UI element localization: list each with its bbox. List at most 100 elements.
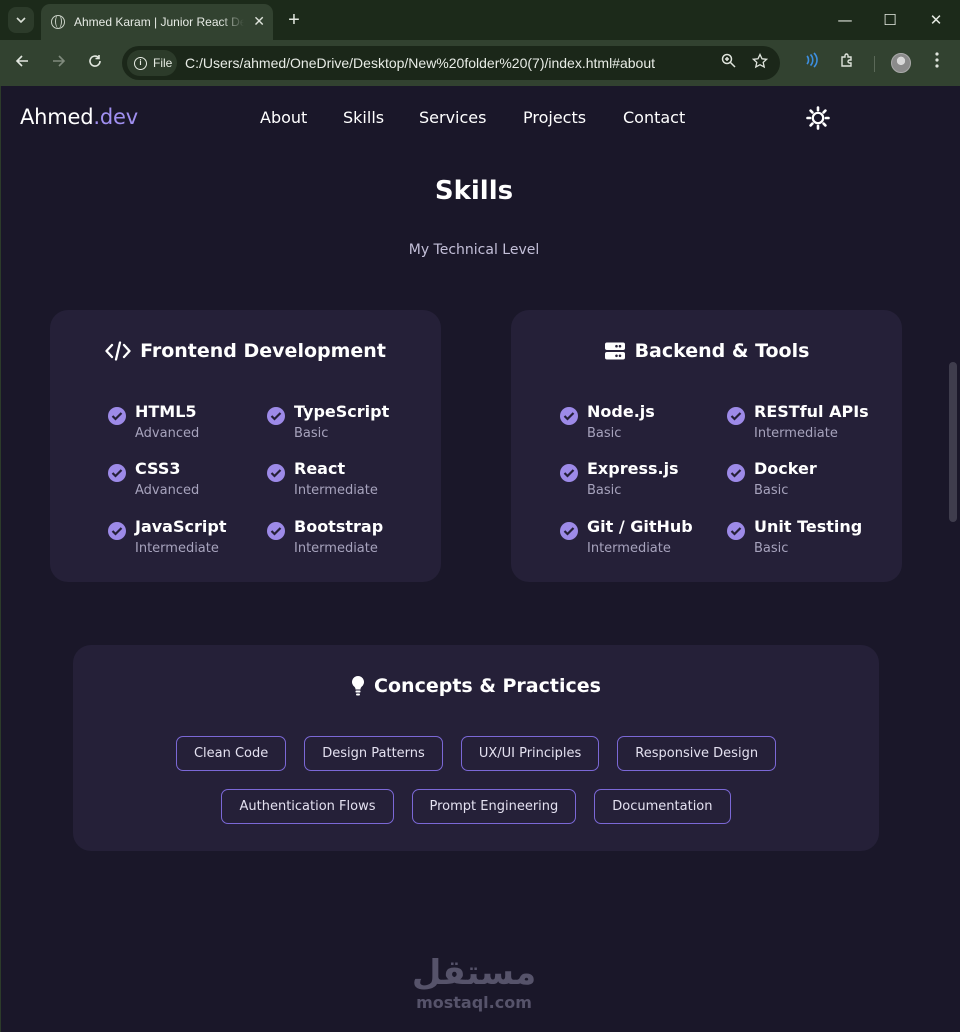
- minimize-button[interactable]: —: [833, 8, 857, 32]
- chip-row: Authentication Flows Prompt Engineering …: [73, 789, 879, 824]
- skill-level: Intermediate: [754, 426, 838, 441]
- scrollbar-thumb[interactable]: [949, 362, 957, 522]
- skill-name: Bootstrap: [294, 517, 384, 536]
- check-circle-icon: [727, 407, 745, 425]
- forward-button[interactable]: [47, 51, 71, 75]
- skill-name: React: [294, 459, 346, 478]
- check-circle-icon: [267, 522, 285, 540]
- maximize-button[interactable]: ☐: [878, 8, 902, 32]
- skill-item: Git / GitHub Intermediate: [560, 517, 710, 563]
- concepts-card-title: Concepts & Practices: [73, 675, 879, 697]
- new-tab-button[interactable]: +: [284, 9, 304, 31]
- concepts-card: Concepts & Practices Clean Code Design P…: [73, 645, 879, 851]
- concept-chip: Design Patterns: [304, 736, 443, 771]
- check-circle-icon: [108, 522, 126, 540]
- site-info-chip[interactable]: i File: [127, 50, 177, 76]
- site-logo[interactable]: Ahmed.dev: [20, 105, 138, 129]
- zoom-icon[interactable]: [718, 53, 738, 73]
- skill-level: Basic: [754, 483, 789, 498]
- skill-item: React Intermediate: [267, 459, 417, 505]
- globe-icon: [51, 15, 65, 29]
- profile-avatar[interactable]: [891, 53, 911, 73]
- concepts-title-text: Concepts & Practices: [374, 675, 601, 697]
- nav-about[interactable]: About: [260, 108, 307, 127]
- logo-main: Ahmed: [20, 105, 94, 129]
- back-button[interactable]: [10, 51, 34, 75]
- logo-accent: .dev: [93, 105, 138, 129]
- skill-level: Basic: [294, 426, 329, 441]
- skill-item: Docker Basic: [727, 459, 877, 505]
- reload-button[interactable]: [83, 51, 107, 75]
- watermark-latin: mostaql.com: [416, 993, 532, 1012]
- skill-item: RESTful APIs Intermediate: [727, 402, 877, 448]
- concept-chip: Authentication Flows: [221, 789, 394, 824]
- kebab-menu-icon[interactable]: [926, 52, 948, 74]
- section-subtitle: My Technical Level: [408, 242, 540, 258]
- close-window-button[interactable]: ✕: [924, 8, 948, 32]
- sun-icon: [806, 106, 830, 130]
- check-circle-icon: [108, 407, 126, 425]
- info-icon: i: [134, 56, 147, 70]
- check-circle-icon: [727, 464, 745, 482]
- check-circle-icon: [267, 464, 285, 482]
- browser-tabstrip: Ahmed Karam | Junior React Developer ✕ +…: [0, 0, 960, 40]
- code-icon: [105, 341, 131, 361]
- skill-item: TypeScript Basic: [267, 402, 417, 448]
- skill-item: Node.js Basic: [560, 402, 710, 448]
- address-bar[interactable]: i File C:/Users/ahmed/OneDrive/Desktop/N…: [122, 46, 780, 80]
- skill-level: Intermediate: [294, 541, 378, 556]
- mostaql-watermark: مستقل mostaql.com: [1, 954, 947, 1012]
- theme-toggle-button[interactable]: [805, 105, 831, 131]
- arrow-left-icon: [15, 55, 28, 67]
- check-circle-icon: [108, 464, 126, 482]
- skill-name: RESTful APIs: [754, 402, 869, 421]
- frontend-card-title: Frontend Development: [50, 340, 441, 362]
- browser-tab-active[interactable]: Ahmed Karam | Junior React Developer ✕: [41, 4, 273, 40]
- chevron-down-icon: [16, 17, 26, 23]
- nav-skills[interactable]: Skills: [343, 108, 384, 127]
- skill-name: CSS3: [135, 459, 181, 478]
- concept-chip: Responsive Design: [617, 736, 777, 771]
- browser-toolbar: i File C:/Users/ahmed/OneDrive/Desktop/N…: [0, 40, 960, 86]
- nav-services[interactable]: Services: [419, 108, 486, 127]
- toolbar-separator: [874, 56, 875, 72]
- skill-item: Unit Testing Basic: [727, 517, 877, 563]
- check-circle-icon: [560, 464, 578, 482]
- frontend-title-text: Frontend Development: [140, 340, 386, 362]
- server-icon: [604, 342, 625, 360]
- skill-item: Express.js Basic: [560, 459, 710, 505]
- bookmark-star-icon[interactable]: [750, 52, 770, 73]
- skill-level: Basic: [587, 426, 622, 441]
- skill-item: HTML5 Advanced: [108, 402, 258, 448]
- skill-level: Basic: [754, 541, 789, 556]
- concept-chip: UX/UI Principles: [460, 736, 600, 771]
- skill-level: Basic: [587, 483, 622, 498]
- arrow-right-icon: [53, 55, 66, 67]
- skill-name: Express.js: [587, 459, 679, 478]
- nav-contact[interactable]: Contact: [623, 108, 685, 127]
- tab-search-button[interactable]: [8, 7, 34, 33]
- skill-name: TypeScript: [294, 402, 390, 421]
- skill-level: Advanced: [135, 483, 200, 498]
- backend-card-title: Backend & Tools: [511, 340, 902, 362]
- scrollbar-track[interactable]: [946, 86, 960, 1032]
- skill-level: Advanced: [135, 426, 200, 441]
- skill-name: JavaScript: [135, 517, 227, 536]
- chip-row: Clean Code Design Patterns UX/UI Princip…: [73, 736, 879, 771]
- section-title: Skills: [434, 176, 514, 206]
- backend-title-text: Backend & Tools: [634, 340, 810, 362]
- site-chip-label: File: [153, 56, 173, 70]
- skill-name: Node.js: [587, 402, 655, 421]
- backend-card: Backend & Tools Node.js Basic RESTful AP…: [511, 310, 902, 582]
- check-circle-icon: [560, 522, 578, 540]
- url-text[interactable]: C:/Users/ahmed/OneDrive/Desktop/New%20fo…: [185, 55, 655, 71]
- skill-name: HTML5: [135, 402, 197, 421]
- extensions-puzzle-icon[interactable]: [836, 52, 858, 74]
- nav-projects[interactable]: Projects: [523, 108, 586, 127]
- frontend-card: Frontend Development HTML5 Advanced Type…: [50, 310, 441, 582]
- tab-close-icon[interactable]: ✕: [253, 15, 265, 29]
- skill-item: CSS3 Advanced: [108, 459, 258, 505]
- extension-wave-icon[interactable]: [800, 52, 822, 74]
- watermark-arabic: مستقل: [411, 953, 537, 993]
- site-header: Ahmed.dev About Skills Services Projects…: [1, 86, 947, 150]
